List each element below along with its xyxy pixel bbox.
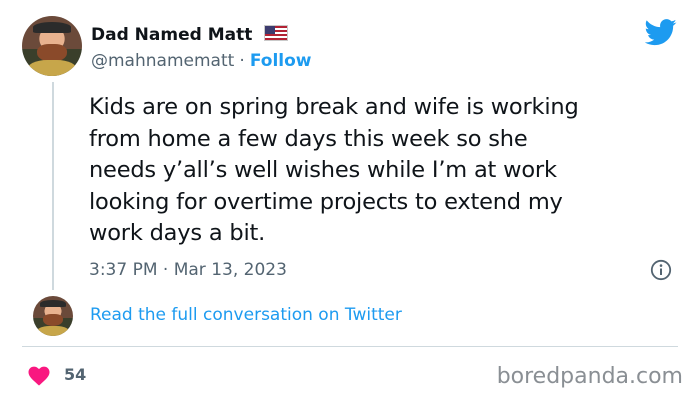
- author-handle[interactable]: @mahnamematt: [91, 51, 234, 71]
- info-icon[interactable]: [650, 259, 672, 281]
- follow-button[interactable]: Follow: [250, 51, 312, 71]
- avatar-shirt: [26, 60, 78, 76]
- us-flag-icon: [264, 25, 289, 41]
- author-handle-row: @mahnamematt · Follow: [91, 51, 312, 71]
- read-conversation-link[interactable]: Read the full conversation on Twitter: [90, 305, 402, 325]
- divider: [22, 346, 678, 347]
- avatar-beard: [43, 314, 63, 327]
- avatar-beard: [37, 43, 67, 62]
- conversation-avatar[interactable]: [33, 296, 73, 336]
- author-avatar[interactable]: [22, 16, 82, 76]
- tweet-text: Kids are on spring break and wife is wor…: [89, 94, 579, 246]
- display-name-text: Dad Named Matt: [91, 25, 253, 45]
- thread-line: [52, 82, 54, 290]
- tweet-timestamp[interactable]: 3:37 PM · Mar 13, 2023: [89, 260, 287, 280]
- author-display-name[interactable]: Dad Named Matt: [91, 25, 289, 45]
- separator-dot: ·: [239, 51, 245, 71]
- heart-icon[interactable]: [26, 364, 52, 386]
- avatar-cap: [40, 300, 66, 308]
- twitter-bird-icon[interactable]: [645, 19, 677, 46]
- avatar-cap: [32, 22, 72, 33]
- watermark: boredpanda.com: [496, 364, 683, 389]
- avatar-shirt: [36, 325, 70, 336]
- like-count[interactable]: 54: [64, 365, 86, 384]
